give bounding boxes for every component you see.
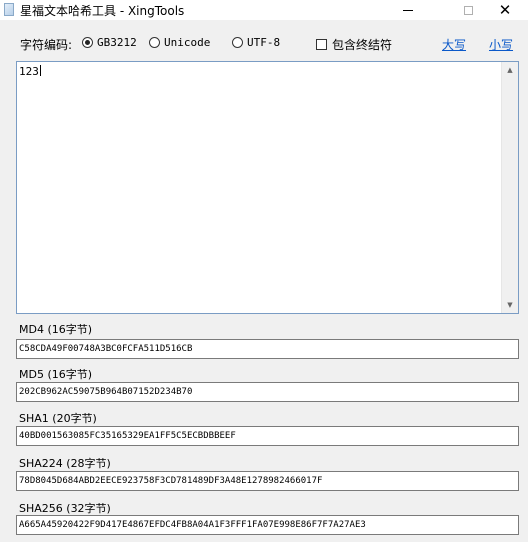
- encoding-toolbar: 字符编码: GB3212 Unicode UTF-8 包含终结符 大写 小写: [0, 30, 528, 56]
- vertical-scrollbar[interactable]: ▲ ▼: [501, 62, 518, 313]
- sha1-label: SHA1 (20字节): [19, 412, 97, 425]
- window-title: 星福文本哈希工具 - XingTools: [20, 4, 185, 18]
- radio-unchecked-icon[interactable]: [232, 37, 243, 48]
- include-terminator-checkbox[interactable]: 包含终结符: [316, 36, 392, 53]
- input-text-line[interactable]: 123: [19, 65, 41, 78]
- md5-label: MD5 (16字节): [19, 368, 93, 381]
- include-terminator-label: 包含终结符: [332, 38, 393, 52]
- sha256-field[interactable]: A665A45920422F9D417E4867EFDC4FB8A04A1F3F…: [16, 515, 519, 535]
- maximize-icon: [463, 5, 473, 15]
- sha256-label: SHA256 (32字节): [19, 502, 111, 515]
- radio-gb3212[interactable]: GB3212: [82, 36, 137, 49]
- radio-unicode[interactable]: Unicode: [149, 36, 210, 49]
- radio-utf8[interactable]: UTF-8: [232, 36, 280, 49]
- input-text: 123: [19, 65, 39, 78]
- scroll-down-icon[interactable]: ▼: [502, 297, 518, 313]
- close-button[interactable]: ✕: [482, 0, 528, 20]
- radio-utf8-label: UTF-8: [247, 36, 281, 49]
- radio-unicode-label: Unicode: [164, 36, 211, 49]
- scroll-up-icon[interactable]: ▲: [502, 62, 518, 78]
- input-textarea[interactable]: 123 ▲ ▼: [16, 61, 519, 314]
- radio-checked-icon[interactable]: [82, 37, 93, 48]
- app-window: 星福文本哈希工具 - XingTools ✕ 字符编码: GB3212 Unic…: [0, 0, 528, 542]
- md5-field[interactable]: 202CB962AC59075B964B07152D234B70: [16, 382, 519, 402]
- minimize-button[interactable]: [385, 0, 431, 20]
- md4-label: MD4 (16字节): [19, 323, 93, 336]
- text-caret: [39, 65, 41, 76]
- checkbox-unchecked-icon[interactable]: [316, 39, 327, 50]
- sha1-field[interactable]: 40BD001563085FC35165329EA1FF5C5ECBDBBEEF: [16, 426, 519, 446]
- minimize-icon: [403, 9, 413, 11]
- title-bar[interactable]: 星福文本哈希工具 - XingTools ✕: [0, 0, 528, 20]
- close-icon: ✕: [498, 1, 512, 19]
- uppercase-link[interactable]: 大写: [442, 36, 466, 53]
- encoding-label: 字符编码:: [20, 38, 73, 52]
- md4-field[interactable]: C58CDA49F00748A3BC0FCFA511D516CB: [16, 339, 519, 359]
- lowercase-link[interactable]: 小写: [489, 36, 513, 53]
- radio-unchecked-icon[interactable]: [149, 37, 160, 48]
- sha224-label: SHA224 (28字节): [19, 457, 111, 470]
- app-icon: [4, 3, 14, 16]
- radio-gb3212-label: GB3212: [97, 36, 137, 49]
- sha224-field[interactable]: 78D8045D684ABD2EECE923758F3CD781489DF3A4…: [16, 471, 519, 491]
